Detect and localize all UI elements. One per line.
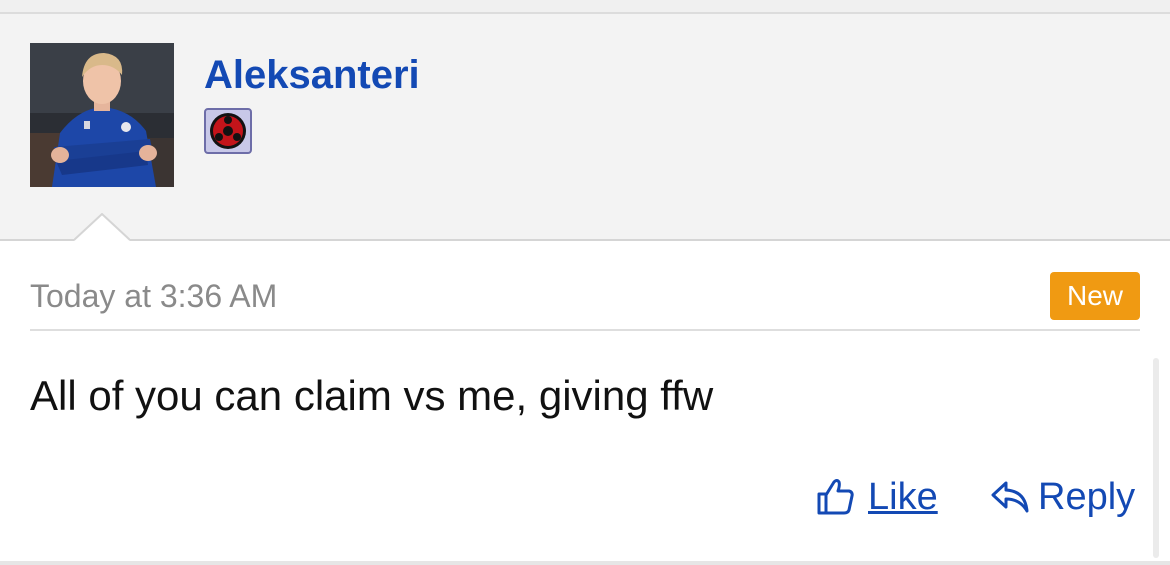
- avatar[interactable]: [30, 43, 174, 187]
- thumbs-up-icon: [816, 478, 854, 516]
- username-link[interactable]: Aleksanteri: [204, 52, 420, 98]
- top-divider: [0, 0, 1170, 14]
- message-pointer-arrow: [73, 212, 131, 241]
- like-label[interactable]: Like: [868, 476, 938, 519]
- forum-post: Aleksanteri Today at 3:36 AM New All of …: [0, 0, 1170, 565]
- avatar-image: [30, 43, 174, 187]
- reply-label[interactable]: Reply: [1038, 476, 1135, 519]
- bottom-divider: [0, 561, 1170, 565]
- post-timestamp[interactable]: Today at 3:36 AM: [30, 276, 277, 316]
- meta-divider: [30, 329, 1140, 331]
- like-button[interactable]: Like: [816, 473, 938, 521]
- reply-button[interactable]: Reply: [990, 473, 1135, 521]
- scrollbar[interactable]: [1153, 358, 1159, 558]
- user-info-block: Aleksanteri: [0, 14, 1170, 240]
- reply-arrow-icon: [990, 479, 1030, 515]
- header-divider: [0, 239, 1170, 241]
- sharingan-badge-icon: [204, 108, 252, 154]
- post-message: All of you can claim vs me, giving ffw: [30, 372, 714, 419]
- new-badge: New: [1050, 272, 1140, 320]
